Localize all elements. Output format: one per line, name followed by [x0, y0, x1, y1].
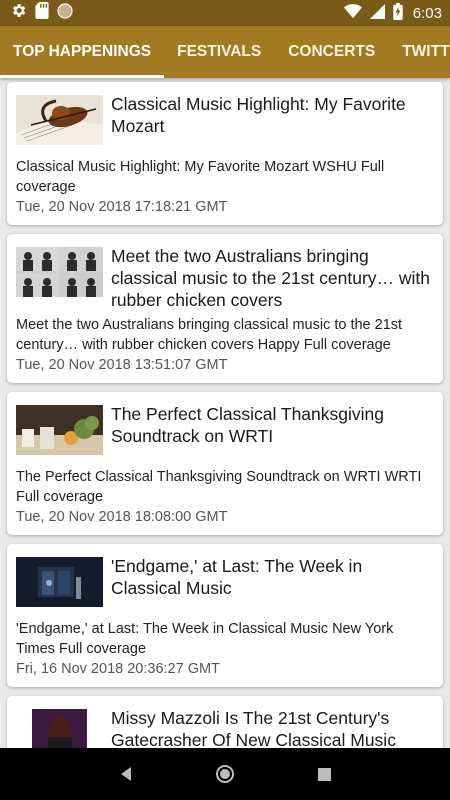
article-thumbnail — [16, 247, 103, 297]
article-title[interactable]: Missy Mazzoli Is The 21st Century's Gate… — [111, 707, 434, 748]
status-left-icons — [10, 2, 73, 24]
circle-icon — [57, 2, 73, 24]
navigation-bar — [0, 748, 450, 800]
status-bar: 6:03 — [0, 0, 450, 26]
article-title[interactable]: Classical Music Highlight: My Favorite M… — [111, 93, 434, 137]
article-description: Classical Music Highlight: My Favorite M… — [16, 159, 385, 195]
article-thumbnail — [16, 95, 103, 145]
article-card[interactable]: 'Endgame,' at Last: The Week in Classica… — [7, 544, 443, 687]
article-date: Tue, 20 Nov 2018 18:08:00 GMT — [16, 509, 228, 525]
status-right-icons: 6:03 — [343, 2, 442, 24]
gear-icon — [10, 2, 27, 24]
article-card[interactable]: The Perfect Classical Thanksgiving Sound… — [7, 392, 443, 535]
tab-twitter[interactable]: TWITTER — [388, 26, 450, 78]
article-date: Tue, 20 Nov 2018 13:51:07 GMT — [16, 357, 228, 373]
article-description: Meet the two Australians bringing classi… — [16, 317, 403, 353]
signal-icon — [369, 3, 385, 23]
article-card[interactable]: Missy Mazzoli Is The 21st Century's Gate… — [7, 696, 443, 748]
article-card[interactable]: Meet the two Australians bringing classi… — [7, 234, 443, 383]
status-clock: 6:03 — [412, 4, 442, 22]
back-icon[interactable] — [111, 759, 141, 789]
tab-concerts[interactable]: CONCERTS — [274, 26, 388, 78]
tab-festivals[interactable]: FESTIVALS — [164, 26, 274, 78]
article-date: Fri, 16 Nov 2018 20:36:27 GMT — [16, 661, 220, 677]
article-description: The Perfect Classical Thanksgiving Sound… — [16, 469, 422, 505]
news-feed[interactable]: Classical Music Highlight: My Favorite M… — [0, 78, 450, 748]
article-thumbnail — [32, 709, 87, 748]
tab-top-happenings[interactable]: TOP HAPPENINGS — [0, 26, 165, 78]
recents-icon[interactable] — [309, 759, 339, 789]
article-thumbnail — [16, 557, 103, 607]
article-card[interactable]: Classical Music Highlight: My Favorite M… — [7, 82, 443, 225]
article-date: Tue, 20 Nov 2018 17:18:21 GMT — [16, 199, 228, 215]
article-description: 'Endgame,' at Last: The Week in Classica… — [16, 621, 394, 657]
home-icon[interactable] — [210, 759, 240, 789]
sd-card-icon — [35, 2, 49, 24]
article-title[interactable]: 'Endgame,' at Last: The Week in Classica… — [111, 555, 434, 599]
article-thumbnail — [16, 405, 103, 455]
article-title[interactable]: Meet the two Australians bringing classi… — [111, 245, 434, 311]
article-title[interactable]: The Perfect Classical Thanksgiving Sound… — [111, 403, 434, 447]
wifi-icon — [343, 3, 362, 23]
tab-bar: TOP HAPPENINGS FESTIVALS CONCERTS TWITTE… — [0, 26, 450, 78]
battery-icon — [393, 2, 403, 24]
